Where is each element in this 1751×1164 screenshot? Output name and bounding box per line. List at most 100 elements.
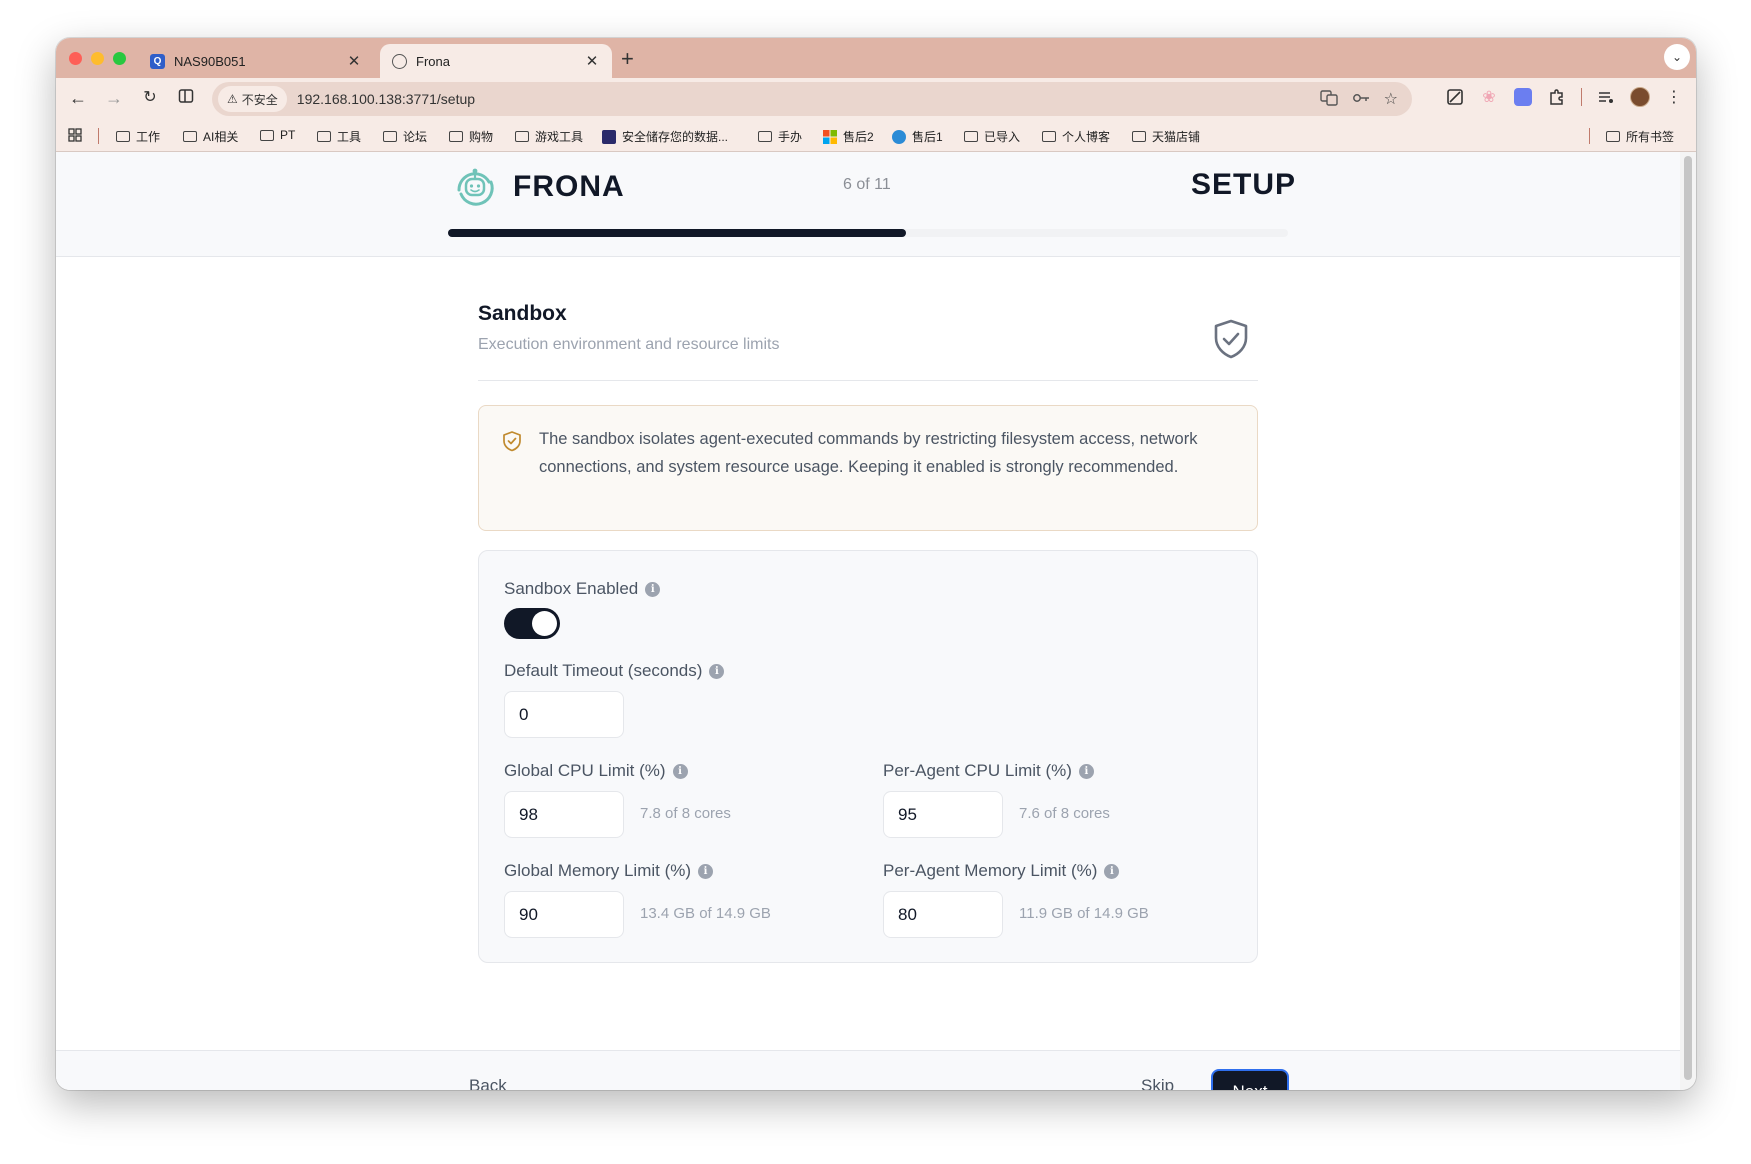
- bookmark-label: 游戏工具: [535, 130, 584, 144]
- bookmark-label: 个人博客: [1062, 130, 1111, 144]
- new-tab-button[interactable]: +: [621, 46, 634, 72]
- bookmark-label: 售后2: [843, 130, 874, 144]
- bookmark-label: 工具: [337, 130, 362, 144]
- bookmark-folder[interactable]: 天猫店铺: [1132, 128, 1200, 145]
- default-timeout-input[interactable]: [504, 691, 624, 738]
- bookmark-folder[interactable]: 工具: [317, 128, 361, 145]
- section-title: Sandbox: [478, 302, 567, 325]
- tab-nas[interactable]: Q NAS90B051 ✕: [138, 44, 374, 78]
- microsoft-icon: [823, 129, 837, 144]
- bookmark-label: 购物: [469, 130, 494, 144]
- bookmark-label: 已导入: [984, 130, 1021, 144]
- bookmark-folder[interactable]: 购物: [449, 128, 493, 145]
- info-icon[interactable]: i: [672, 763, 688, 779]
- progress-fill: [448, 229, 906, 237]
- toggle-knob: [532, 611, 557, 636]
- sandbox-notice: The sandbox isolates agent-executed comm…: [478, 405, 1258, 531]
- maximize-window-button[interactable]: [113, 52, 126, 65]
- per-agent-cpu-input[interactable]: [883, 791, 1003, 838]
- field-label-text: Per-Agent Memory Limit (%): [883, 861, 1098, 880]
- bookmark-folder[interactable]: 论坛: [383, 128, 427, 145]
- bookmark-link[interactable]: 售后2: [823, 128, 874, 145]
- forward-arrow-icon[interactable]: →: [102, 86, 126, 110]
- bookmark-folder[interactable]: 已导入: [964, 128, 1020, 145]
- screenshot-extension-icon[interactable]: [1445, 87, 1465, 107]
- address-bar[interactable]: ⚠ 不安全 192.168.100.138:3771/setup ☆: [212, 82, 1412, 116]
- security-indicator[interactable]: ⚠ 不安全: [218, 86, 287, 112]
- translate-icon[interactable]: [1319, 89, 1338, 112]
- bookmark-label: AI相关: [203, 130, 239, 144]
- info-icon[interactable]: i: [709, 663, 725, 679]
- info-icon[interactable]: i: [1078, 763, 1094, 779]
- global-cpu-hint: 7.8 of 8 cores: [640, 805, 731, 822]
- brand-name: FRONA: [513, 170, 625, 203]
- toolbar-divider: [1581, 88, 1582, 106]
- bookmark-label: 售后1: [912, 130, 943, 144]
- bookmark-link[interactable]: 售后1: [892, 128, 943, 145]
- all-bookmarks-folder[interactable]: 所有书签: [1606, 128, 1674, 145]
- global-cpu-input[interactable]: [504, 791, 624, 838]
- apps-grid-icon[interactable]: [68, 128, 82, 142]
- field-label-text: Sandbox Enabled: [504, 579, 639, 598]
- url-text[interactable]: 192.168.100.138:3771/setup: [297, 91, 475, 107]
- bookmark-star-icon[interactable]: ☆: [1384, 89, 1398, 112]
- skip-button[interactable]: Skip: [1141, 1076, 1174, 1090]
- folder-icon: [449, 131, 463, 142]
- step-counter: 6 of 11: [843, 176, 891, 193]
- security-label: 不安全: [241, 92, 278, 107]
- section-subtitle: Execution environment and resource limit…: [478, 336, 780, 353]
- field-label-text: Default Timeout (seconds): [504, 661, 703, 680]
- tab-frona[interactable]: Frona ✕: [380, 44, 612, 78]
- folder-icon: [515, 131, 529, 142]
- nas-icon: Q: [150, 53, 165, 69]
- progress-bar: [448, 229, 1288, 237]
- bookmark-folder[interactable]: 个人博客: [1042, 128, 1110, 145]
- info-icon[interactable]: i: [645, 581, 661, 597]
- global-memory-label: Global Memory Limit (%) i: [504, 861, 714, 881]
- back-arrow-icon[interactable]: ←: [66, 86, 90, 110]
- tab-search-chevron-icon[interactable]: ⌄: [1664, 44, 1690, 70]
- bookmarks-bar: 工作 AI相关 PT 工具 论坛 购物 游戏工具 安全储存您的数据... 手办 …: [56, 120, 1696, 152]
- bookmark-link[interactable]: 安全储存您的数据...: [602, 128, 728, 145]
- bookmark-folder[interactable]: 工作: [116, 128, 160, 145]
- per-agent-memory-input[interactable]: [883, 891, 1003, 938]
- folder-icon: [260, 129, 274, 141]
- sidebar-toggle-icon[interactable]: [174, 86, 198, 110]
- global-memory-input[interactable]: [504, 891, 624, 938]
- bookmark-folder[interactable]: AI相关: [183, 128, 238, 145]
- media-control-icon[interactable]: [1596, 87, 1616, 107]
- folder-icon: [317, 131, 331, 142]
- folder-icon: [116, 131, 130, 142]
- next-button[interactable]: Next: [1211, 1069, 1289, 1090]
- bookmark-folder[interactable]: 游戏工具: [515, 128, 583, 145]
- bookmarks-divider: [1589, 128, 1590, 144]
- site-favicon-icon: [602, 129, 616, 144]
- extensions-puzzle-icon[interactable]: [1547, 87, 1567, 107]
- back-button[interactable]: Back: [469, 1076, 507, 1090]
- video-extension-icon[interactable]: [1513, 87, 1533, 107]
- close-window-button[interactable]: [69, 52, 82, 65]
- bookmark-label: 天猫店铺: [1152, 130, 1201, 144]
- bookmark-folder[interactable]: PT: [260, 128, 295, 142]
- info-icon[interactable]: i: [698, 863, 714, 879]
- folder-icon: [758, 131, 772, 142]
- per-agent-memory-hint: 11.9 GB of 14.9 GB: [1019, 905, 1149, 922]
- info-icon[interactable]: i: [1104, 863, 1120, 879]
- reload-icon[interactable]: ↻: [138, 86, 162, 110]
- close-tab-icon[interactable]: ✕: [346, 52, 362, 70]
- close-tab-icon[interactable]: ✕: [584, 52, 600, 70]
- folder-icon: [964, 131, 978, 142]
- folder-icon: [183, 131, 197, 142]
- pink-extension-icon[interactable]: ❀: [1479, 87, 1499, 107]
- default-timeout-label: Default Timeout (seconds) i: [504, 661, 725, 681]
- minimize-window-button[interactable]: [91, 52, 104, 65]
- page-title: SETUP: [1191, 168, 1297, 201]
- browser-menu-icon[interactable]: ⋮: [1664, 87, 1684, 107]
- bookmark-folder[interactable]: 手办: [758, 128, 802, 145]
- scrollbar-thumb[interactable]: [1684, 156, 1692, 1080]
- browser-toolbar: ← → ↻ ⚠ 不安全 192.168.100.138:3771/setup ☆: [56, 78, 1696, 120]
- page-scrollbar[interactable]: [1680, 152, 1696, 1090]
- profile-avatar[interactable]: [1630, 87, 1650, 107]
- sandbox-enabled-toggle[interactable]: [504, 608, 560, 639]
- password-key-icon[interactable]: [1352, 89, 1370, 112]
